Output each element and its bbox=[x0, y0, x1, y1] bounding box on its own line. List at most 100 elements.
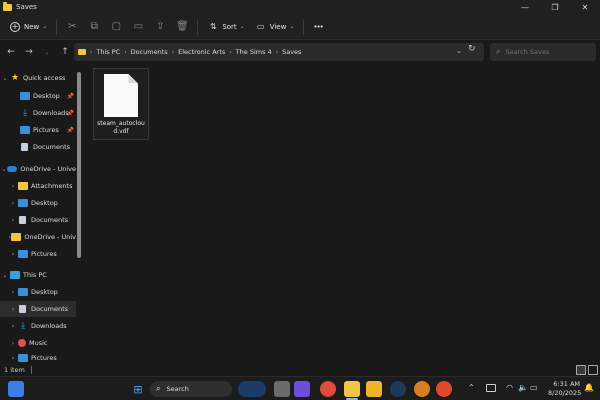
sort-icon: ⇅ bbox=[209, 22, 217, 31]
desktop-icon bbox=[18, 288, 28, 296]
sidebar-item-onedrive[interactable]: ⌄ OneDrive - Unive bbox=[0, 161, 76, 177]
details-view-button[interactable] bbox=[576, 365, 586, 375]
pin-icon[interactable]: 📌 bbox=[67, 110, 74, 117]
breadcrumb-documents[interactable]: Documents bbox=[131, 48, 168, 56]
breadcrumb-the-sims-4[interactable]: The Sims 4 bbox=[236, 48, 272, 56]
maximize-button[interactable]: ❐ bbox=[540, 0, 570, 14]
sidebar-item-attachments[interactable]: › Attachments bbox=[0, 178, 76, 194]
search-input[interactable]: ⌕ Search Saves bbox=[490, 43, 596, 61]
chevron-right-icon: › bbox=[90, 48, 93, 56]
divider bbox=[303, 18, 305, 35]
taskbar-search-label: Search bbox=[166, 385, 189, 393]
chevron-down-icon[interactable]: ⌄ bbox=[0, 75, 10, 82]
copy-button[interactable]: ⧉ bbox=[83, 17, 105, 37]
chevron-right-icon[interactable]: › bbox=[8, 340, 18, 347]
sidebar-item-downloads[interactable]: › ⤓ Downloads bbox=[0, 318, 76, 334]
sidebar-item-label: Downloads bbox=[31, 322, 67, 330]
chevron-right-icon[interactable]: › bbox=[8, 251, 18, 258]
file-icon bbox=[104, 74, 138, 117]
steam-icon[interactable] bbox=[390, 381, 406, 397]
volume-icon[interactable]: 🔈 bbox=[518, 383, 528, 392]
chrome-icon[interactable] bbox=[320, 381, 336, 397]
minimize-button[interactable]: — bbox=[510, 0, 540, 14]
clipboard-icon: ▢ bbox=[111, 21, 122, 32]
taskbar-search[interactable]: ⌕ Search bbox=[150, 381, 232, 397]
more-options-button[interactable]: ••• bbox=[308, 17, 327, 37]
forward-button[interactable]: → bbox=[20, 43, 38, 61]
breadcrumb-this-pc[interactable]: This PC bbox=[96, 48, 120, 56]
keyboard-icon[interactable] bbox=[486, 384, 496, 392]
sidebar-item-documents[interactable]: › Documents bbox=[0, 212, 76, 228]
chevron-right-icon[interactable]: › bbox=[8, 289, 18, 296]
trash-icon: 🗑 bbox=[175, 21, 189, 32]
sidebar-item-desktop[interactable]: Desktop 📌 bbox=[0, 88, 76, 104]
new-button[interactable]: + New ⌄ bbox=[5, 17, 52, 37]
delete-button[interactable]: 🗑 bbox=[171, 17, 193, 37]
close-button[interactable]: ✕ bbox=[570, 0, 600, 14]
sidebar-item-desktop[interactable]: › Desktop bbox=[0, 195, 76, 211]
share-icon: ⇪ bbox=[156, 21, 165, 32]
divider bbox=[56, 18, 58, 35]
file-list[interactable]: steam_autocloud.vdf bbox=[86, 64, 600, 364]
sidebar-item-label: Pictures bbox=[31, 354, 57, 362]
search-highlight-icon[interactable] bbox=[238, 381, 266, 397]
sidebar-item-music[interactable]: › Music bbox=[0, 335, 76, 351]
sidebar-item-pictures[interactable]: › Pictures bbox=[0, 352, 76, 364]
chevron-down-icon[interactable]: ⌄ bbox=[0, 272, 10, 279]
up-button[interactable]: ↑ bbox=[56, 43, 74, 61]
recent-locations-button[interactable]: ⌄ bbox=[38, 43, 56, 61]
video-call-icon[interactable] bbox=[294, 381, 310, 397]
rename-button[interactable]: ▭ bbox=[127, 17, 149, 37]
file-item[interactable]: steam_autocloud.vdf bbox=[93, 68, 149, 140]
notification-icon[interactable]: 🔔 bbox=[584, 383, 594, 392]
chevron-right-icon[interactable]: › bbox=[8, 183, 18, 190]
sidebar-item-label: Desktop bbox=[33, 92, 60, 100]
breadcrumb-saves[interactable]: Saves bbox=[282, 48, 301, 56]
tiles-view-button[interactable] bbox=[588, 365, 598, 375]
chrome-canary-icon[interactable] bbox=[414, 381, 430, 397]
share-button[interactable]: ⇪ bbox=[149, 17, 171, 37]
chevron-right-icon[interactable]: › bbox=[8, 306, 18, 313]
chevron-right-icon[interactable]: › bbox=[8, 217, 18, 224]
widgets-icon[interactable] bbox=[8, 381, 24, 397]
ea-app-icon[interactable] bbox=[436, 381, 452, 397]
clock[interactable]: 6:31 AM 8/20/2025 bbox=[548, 380, 581, 398]
window-controls: — ❐ ✕ bbox=[510, 0, 600, 14]
item-count: 1 item bbox=[4, 366, 25, 374]
sidebar-item-desktop[interactable]: › Desktop bbox=[0, 284, 76, 300]
folder-icon bbox=[11, 233, 22, 241]
sidebar-item-quick-access[interactable]: ⌄ ★ Quick access bbox=[0, 70, 76, 86]
address-bar[interactable]: › This PC › Documents › Electronic Arts … bbox=[74, 43, 484, 61]
breadcrumb-electronic-arts[interactable]: Electronic Arts bbox=[178, 48, 225, 56]
paste-button[interactable]: ▢ bbox=[105, 17, 127, 37]
pin-icon[interactable]: 📌 bbox=[67, 127, 74, 134]
sidebar-item-documents[interactable]: Documents bbox=[0, 139, 76, 155]
sidebar-item-pictures[interactable]: Pictures 📌 bbox=[0, 122, 76, 138]
start-icon[interactable]: ⊞ bbox=[130, 381, 146, 397]
sidebar-item-onedrive-folder[interactable]: › OneDrive - Univ bbox=[0, 229, 76, 245]
file-manager-icon[interactable] bbox=[274, 381, 290, 397]
battery-icon[interactable]: ▭ bbox=[530, 383, 538, 392]
sort-button[interactable]: ⇅ Sort ⌄ bbox=[202, 17, 249, 37]
more-icon: ••• bbox=[313, 22, 323, 31]
sidebar-item-downloads[interactable]: ⤓ Downloads 📌 bbox=[0, 105, 76, 121]
chevron-right-icon[interactable]: › bbox=[8, 323, 18, 330]
wifi-icon[interactable]: ◠ bbox=[506, 383, 513, 392]
chevron-right-icon[interactable]: › bbox=[8, 200, 18, 207]
chevron-down-icon[interactable]: ⌄ bbox=[456, 47, 462, 55]
chevron-up-icon[interactable]: ⌃ bbox=[468, 383, 475, 392]
sticky-notes-icon[interactable] bbox=[366, 381, 382, 397]
back-button[interactable]: ← bbox=[2, 43, 20, 61]
file-explorer-icon[interactable] bbox=[344, 381, 360, 397]
pin-icon[interactable]: 📌 bbox=[67, 93, 74, 100]
chevron-down-icon[interactable]: ⌄ bbox=[0, 166, 7, 173]
sidebar-item-documents[interactable]: › Documents bbox=[0, 301, 76, 317]
sidebar-item-label: Music bbox=[29, 339, 48, 347]
cut-button[interactable]: ✂ bbox=[61, 17, 83, 37]
view-button[interactable]: ▭ View ⌄ bbox=[250, 17, 300, 37]
sidebar-scrollbar[interactable] bbox=[77, 72, 81, 258]
sidebar-item-this-pc[interactable]: ⌄ This PC bbox=[0, 267, 76, 283]
chevron-right-icon[interactable]: › bbox=[8, 355, 18, 362]
sidebar-item-pictures[interactable]: › Pictures bbox=[0, 246, 76, 262]
refresh-icon[interactable]: ↻ bbox=[468, 44, 476, 54]
